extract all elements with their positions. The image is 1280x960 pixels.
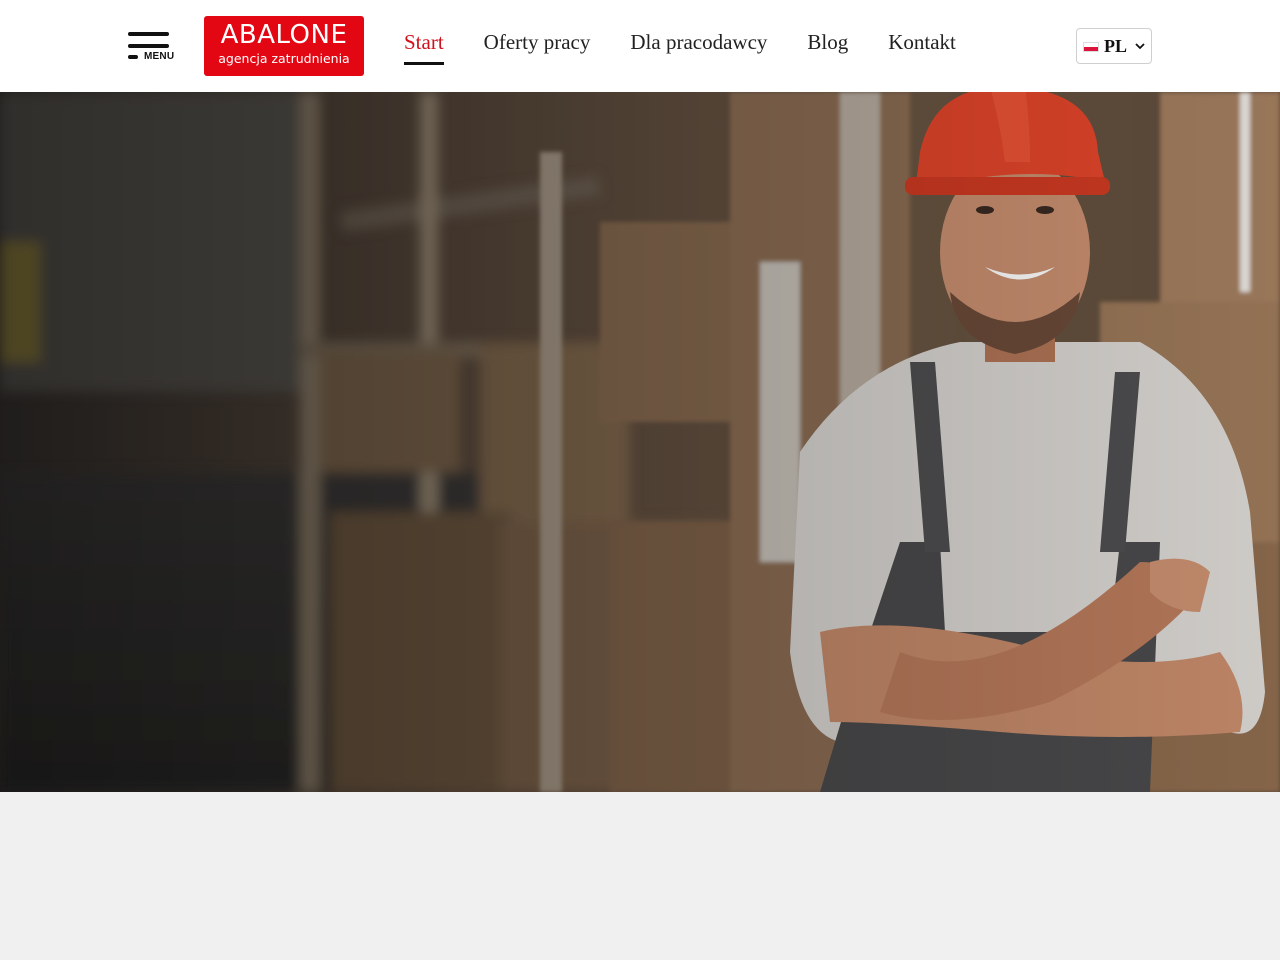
main-nav: Start Oferty pracy Dla pracodawcy Blog K… [404, 30, 956, 65]
logo-wordmark: ABALONE [220, 20, 348, 50]
language-code: PL [1104, 36, 1128, 56]
nav-item-start[interactable]: Start [404, 30, 444, 65]
nav-item-oferty-pracy[interactable]: Oferty pracy [484, 30, 591, 55]
chevron-down-icon [1135, 43, 1145, 50]
hero-image [0, 92, 1280, 792]
poland-flag-icon [1083, 42, 1099, 52]
hamburger-bar [128, 55, 138, 59]
hero-illustration [0, 92, 1280, 792]
menu-button[interactable]: MENU [128, 30, 176, 64]
nav-item-blog[interactable]: Blog [807, 30, 848, 55]
nav-item-kontakt[interactable]: Kontakt [888, 30, 956, 55]
nav-item-dla-pracodawcy[interactable]: Dla pracodawcy [630, 30, 767, 55]
logo-tagline: agencja zatrudnienia [218, 51, 350, 66]
hamburger-bar [128, 44, 169, 48]
language-selector[interactable]: PL [1076, 28, 1152, 64]
menu-label: MENU [144, 51, 175, 62]
hamburger-icon [128, 32, 169, 36]
content-section-background [0, 792, 1280, 960]
logo[interactable]: ABALONE agencja zatrudnienia [204, 16, 364, 76]
site-header: MENU ABALONE agencja zatrudnienia Start … [0, 0, 1280, 92]
